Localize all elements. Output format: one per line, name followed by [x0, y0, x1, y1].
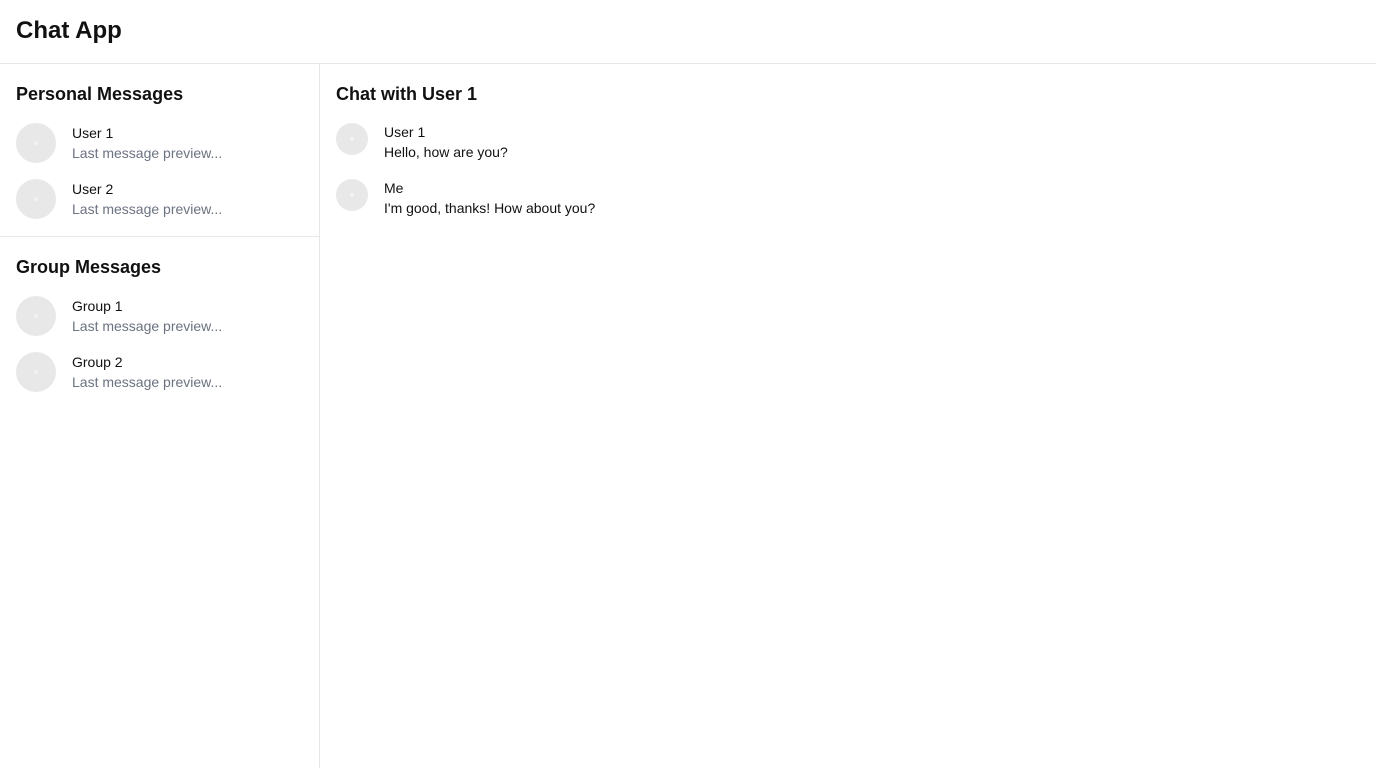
conversation-name: Group 1 — [72, 298, 123, 314]
avatar — [336, 179, 368, 211]
group-messages-section: Group Messages Group 1 Last message prev… — [0, 237, 319, 416]
avatar — [16, 179, 56, 219]
app-title: Chat App — [16, 16, 122, 44]
conversation-item-group-1[interactable]: Group 1 Last message preview... — [16, 296, 303, 352]
chat-message: User 1 Hello, how are you? — [336, 123, 1360, 179]
conversation-name: User 1 — [72, 125, 114, 141]
conversation-name: Group 2 — [72, 354, 123, 370]
conversation-item-user-1[interactable]: User 1 Last message preview... — [16, 123, 303, 179]
sidebar: Personal Messages User 1 Last message pr… — [0, 64, 320, 768]
conversation-preview: Last message preview... — [72, 374, 223, 390]
app-header: Chat App — [0, 0, 1376, 64]
conversation-item-group-2[interactable]: Group 2 Last message preview... — [16, 352, 303, 408]
conversation-preview: Last message preview... — [72, 145, 223, 161]
avatar — [336, 123, 368, 155]
avatar — [16, 352, 56, 392]
message-sender: User 1 — [384, 124, 426, 140]
group-messages-title: Group Messages — [16, 257, 162, 277]
chat-title: Chat with User 1 — [336, 84, 478, 104]
message-text: Hello, how are you? — [384, 144, 508, 160]
message-text: I'm good, thanks! How about you? — [384, 200, 596, 216]
conversation-item-user-2[interactable]: User 2 Last message preview... — [16, 179, 303, 235]
chat-message: Me I'm good, thanks! How about you? — [336, 179, 1360, 235]
chat-panel: Chat with User 1 User 1 Hello, how are y… — [320, 64, 1376, 768]
message-sender: Me — [384, 180, 404, 196]
main-layout: Personal Messages User 1 Last message pr… — [0, 64, 1376, 768]
personal-messages-section: Personal Messages User 1 Last message pr… — [0, 64, 319, 237]
personal-messages-title: Personal Messages — [16, 84, 184, 104]
conversation-preview: Last message preview... — [72, 201, 223, 217]
avatar — [16, 296, 56, 336]
conversation-name: User 2 — [72, 181, 114, 197]
conversation-preview: Last message preview... — [72, 318, 223, 334]
avatar — [16, 123, 56, 163]
